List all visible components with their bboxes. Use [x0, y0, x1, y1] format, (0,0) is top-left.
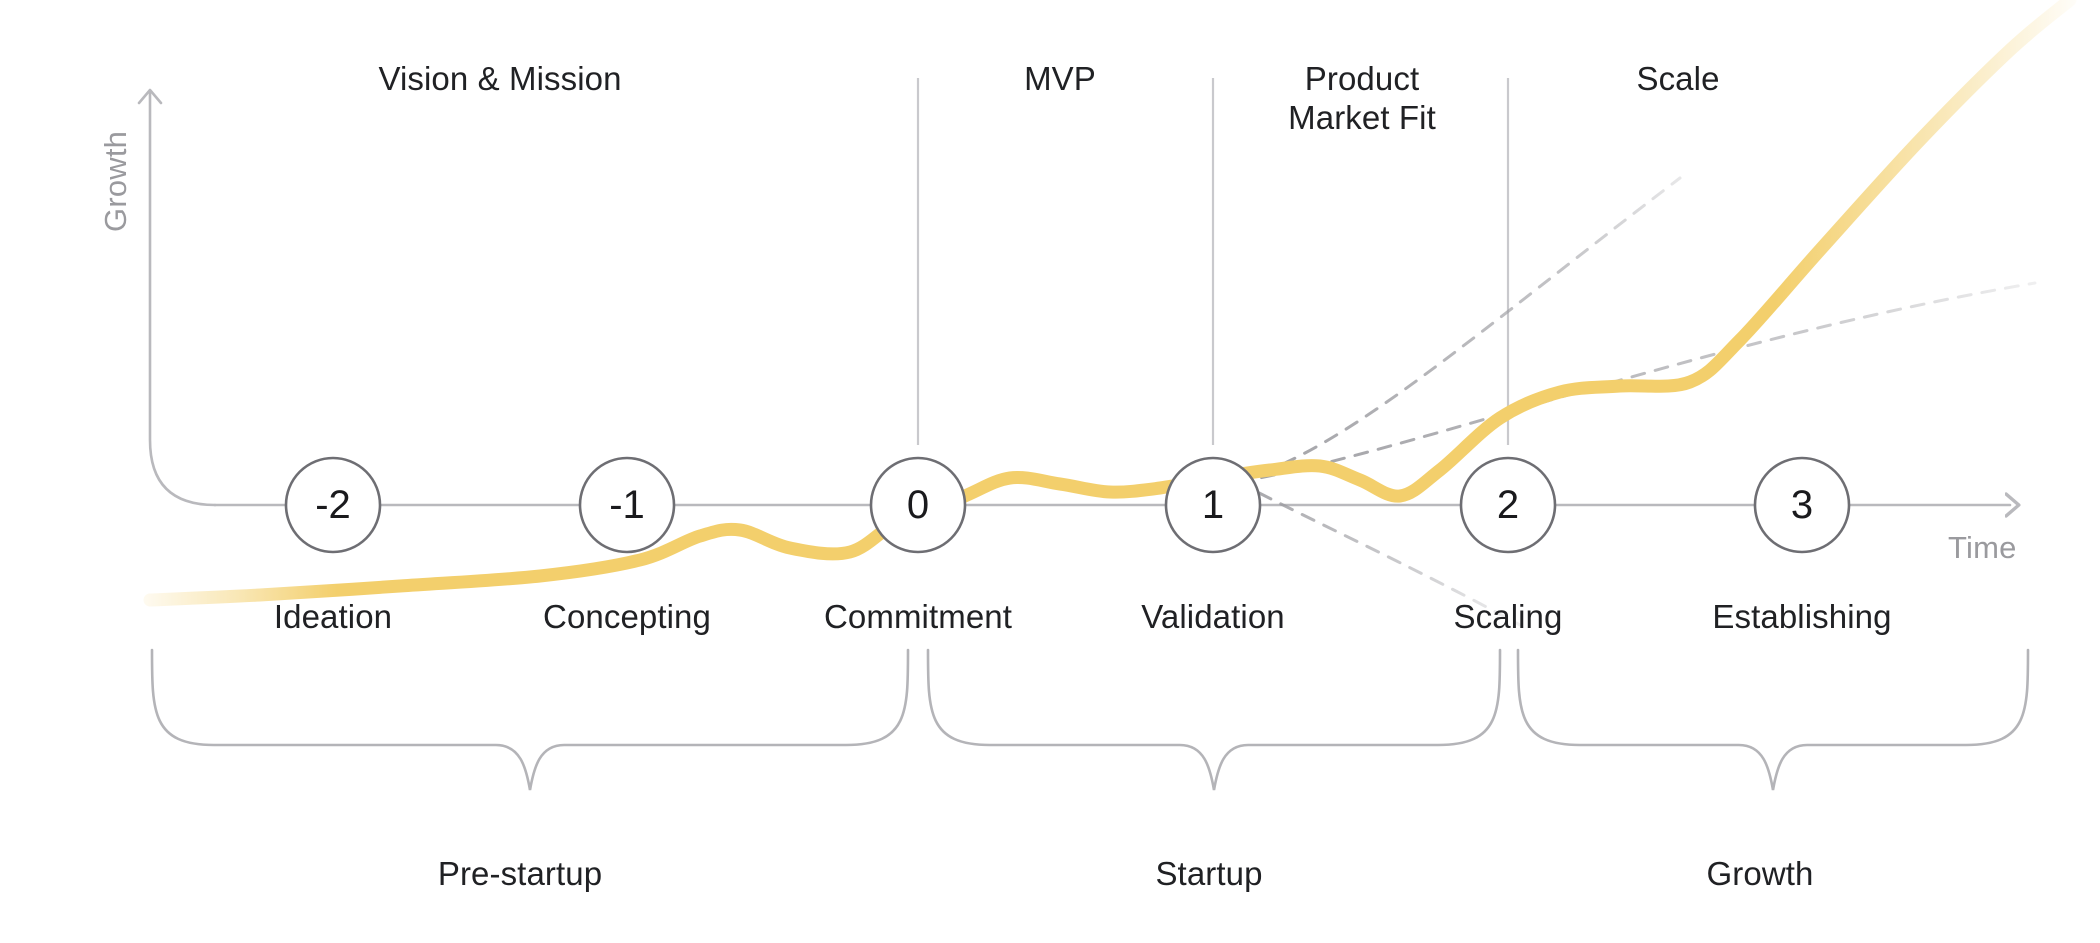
x-axis-label: Time	[1948, 530, 2017, 565]
y-axis	[137, 88, 217, 507]
node-number-commitment: 0	[906, 483, 930, 527]
brace-startup	[926, 648, 1502, 791]
startup-lifecycle-diagram: Growth Time Vision & Mission MVP Product M…	[0, 0, 2100, 943]
group-label-startup: Startup	[1155, 855, 1263, 892]
diagram-canvas	[137, 0, 2077, 791]
group-label-pre-startup: Pre-startup	[437, 855, 603, 892]
stage-label-validation: Validation	[1141, 598, 1285, 635]
node-number-scaling: 2	[1496, 483, 1520, 527]
stage-label-commitment: Commitment	[823, 598, 1013, 635]
group-label-growth: Growth	[1706, 855, 1814, 892]
group-braces	[150, 648, 2030, 791]
node-number-establishing: 3	[1790, 483, 1814, 527]
node-number-concepting: -1	[609, 483, 645, 527]
node-number-validation: 1	[1201, 483, 1225, 527]
brace-growth	[1516, 648, 2030, 791]
projection-optimistic	[1236, 176, 1682, 482]
phase-label-vision-mission: Vision & Mission	[378, 60, 622, 97]
stage-label-concepting: Concepting	[543, 598, 711, 635]
stage-label-ideation: Ideation	[273, 598, 393, 635]
stage-label-scaling: Scaling	[1453, 598, 1563, 635]
projection-lines	[1236, 176, 2037, 627]
y-axis-label: Growth	[98, 130, 133, 232]
stage-label-establishing: Establishing	[1712, 598, 1892, 635]
brace-pre-startup	[150, 648, 910, 791]
phase-label-scale: Scale	[1636, 60, 1720, 97]
node-number-ideation: -2	[315, 483, 351, 527]
